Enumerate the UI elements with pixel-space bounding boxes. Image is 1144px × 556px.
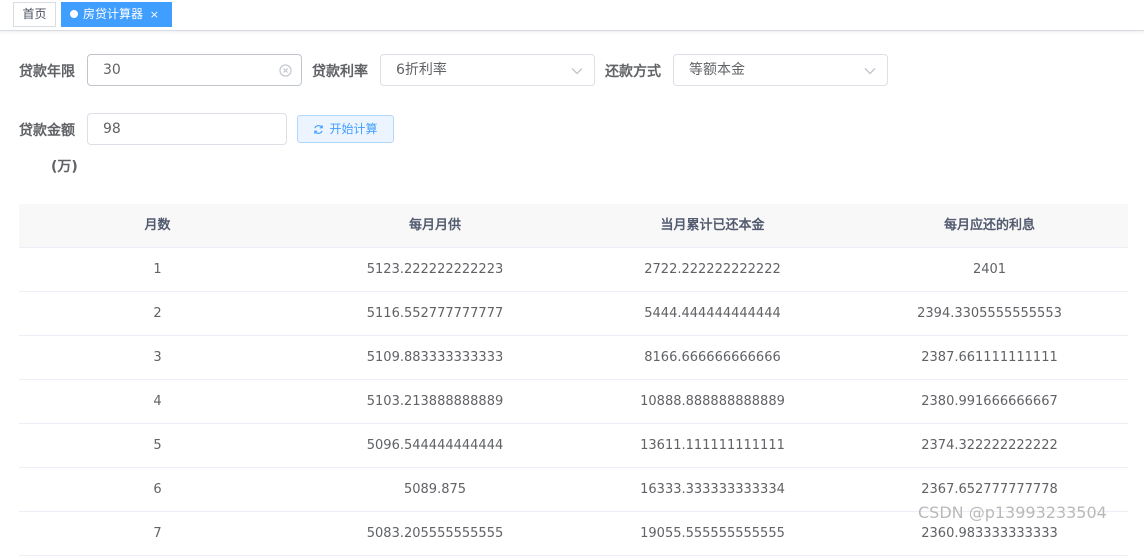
cell-monthly-interest: 2394.3305555555553 bbox=[917, 306, 1062, 321]
table-row: 2 5116.552777777777 5444.444444444444 23… bbox=[19, 292, 1128, 336]
refresh-icon bbox=[314, 125, 324, 134]
cell-monthly-interest: 2387.661111111111 bbox=[921, 350, 1058, 365]
loan-term-value: 30 bbox=[103, 62, 121, 78]
repayment-method-label: 还款方式 bbox=[605, 64, 661, 80]
cell-month: 6 bbox=[153, 482, 162, 497]
chevron-down-icon bbox=[864, 68, 876, 75]
header-month[interactable]: 月数 bbox=[19, 204, 296, 247]
cell-monthly-payment: 5083.205555555555 bbox=[366, 526, 504, 541]
loan-rate-select[interactable]: 6折利率 bbox=[380, 54, 595, 86]
cell-cumulative-principal: 19055.555555555555 bbox=[640, 526, 785, 541]
active-dot-icon bbox=[70, 10, 78, 18]
cell-month: 2 bbox=[153, 306, 162, 321]
close-icon[interactable]: × bbox=[150, 3, 159, 26]
tab-home[interactable]: 首页 bbox=[13, 2, 56, 27]
tab-home-label: 首页 bbox=[22, 7, 47, 21]
table-row: 5 5096.544444444444 13611.111111111111 2… bbox=[19, 424, 1128, 468]
header-monthly-payment[interactable]: 每月月供 bbox=[296, 204, 574, 247]
start-calculation-button[interactable]: 开始计算 bbox=[297, 115, 394, 143]
cell-monthly-payment: 5103.213888888889 bbox=[366, 394, 504, 409]
loan-amount-value: 98 bbox=[103, 121, 121, 137]
clear-icon[interactable] bbox=[279, 64, 292, 77]
table-header: 月数 每月月供 当月累计已还本金 每月应还的利息 bbox=[19, 204, 1128, 248]
tab-mortgage-calculator[interactable]: 房贷计算器 × bbox=[61, 2, 172, 27]
header-monthly-interest[interactable]: 每月应还的利息 bbox=[851, 204, 1128, 247]
cell-month: 1 bbox=[153, 262, 162, 277]
header-cumulative-principal[interactable]: 当月累计已还本金 bbox=[574, 204, 851, 247]
cell-month: 3 bbox=[153, 350, 162, 365]
repayment-method-value: 等额本金 bbox=[689, 62, 745, 78]
watermark: CSDN @p13993233504 bbox=[918, 503, 1107, 522]
tab-bar: 首页 房贷计算器 × bbox=[0, 0, 1144, 31]
cell-monthly-payment: 5096.544444444444 bbox=[366, 438, 504, 453]
chevron-down-icon bbox=[571, 68, 583, 75]
repayment-method-select[interactable]: 等额本金 bbox=[673, 54, 888, 86]
loan-term-input[interactable]: 30 bbox=[87, 54, 302, 86]
cell-month: 5 bbox=[153, 438, 162, 453]
table-row: 1 5123.222222222223 2722.222222222222 24… bbox=[19, 248, 1128, 292]
cell-monthly-payment: 5089.875 bbox=[403, 482, 467, 497]
cell-cumulative-principal: 2722.222222222222 bbox=[644, 262, 781, 277]
loan-amount-unit: (万) bbox=[51, 159, 78, 175]
cell-monthly-interest: 2401 bbox=[972, 262, 1007, 277]
cell-month: 4 bbox=[153, 394, 162, 409]
loan-amount-label: 贷款金额 bbox=[19, 123, 75, 139]
cell-cumulative-principal: 8166.666666666666 bbox=[644, 350, 781, 365]
tab-active-label: 房贷计算器 bbox=[83, 7, 144, 21]
loan-amount-input[interactable]: 98 bbox=[87, 113, 287, 145]
cell-monthly-interest: 2380.991666666667 bbox=[921, 394, 1058, 409]
table-row: 3 5109.883333333333 8166.666666666666 23… bbox=[19, 336, 1128, 380]
cell-monthly-payment: 5109.883333333333 bbox=[366, 350, 504, 365]
cell-cumulative-principal: 13611.111111111111 bbox=[640, 438, 785, 453]
loan-rate-value: 6折利率 bbox=[396, 62, 447, 78]
loan-term-label: 贷款年限 bbox=[19, 64, 75, 80]
table-row: 4 5103.213888888889 10888.888888888889 2… bbox=[19, 380, 1128, 424]
cell-monthly-interest: 2374.322222222222 bbox=[921, 438, 1058, 453]
loan-rate-label: 贷款利率 bbox=[312, 64, 368, 80]
cell-cumulative-principal: 16333.333333333334 bbox=[640, 482, 785, 497]
cell-monthly-payment: 5116.552777777777 bbox=[366, 306, 504, 321]
start-calculation-label: 开始计算 bbox=[329, 122, 378, 136]
cell-cumulative-principal: 5444.444444444444 bbox=[644, 306, 781, 321]
cell-monthly-payment: 5123.222222222223 bbox=[366, 262, 504, 277]
cell-cumulative-principal: 10888.888888888889 bbox=[640, 394, 785, 409]
cell-month: 7 bbox=[153, 526, 162, 541]
